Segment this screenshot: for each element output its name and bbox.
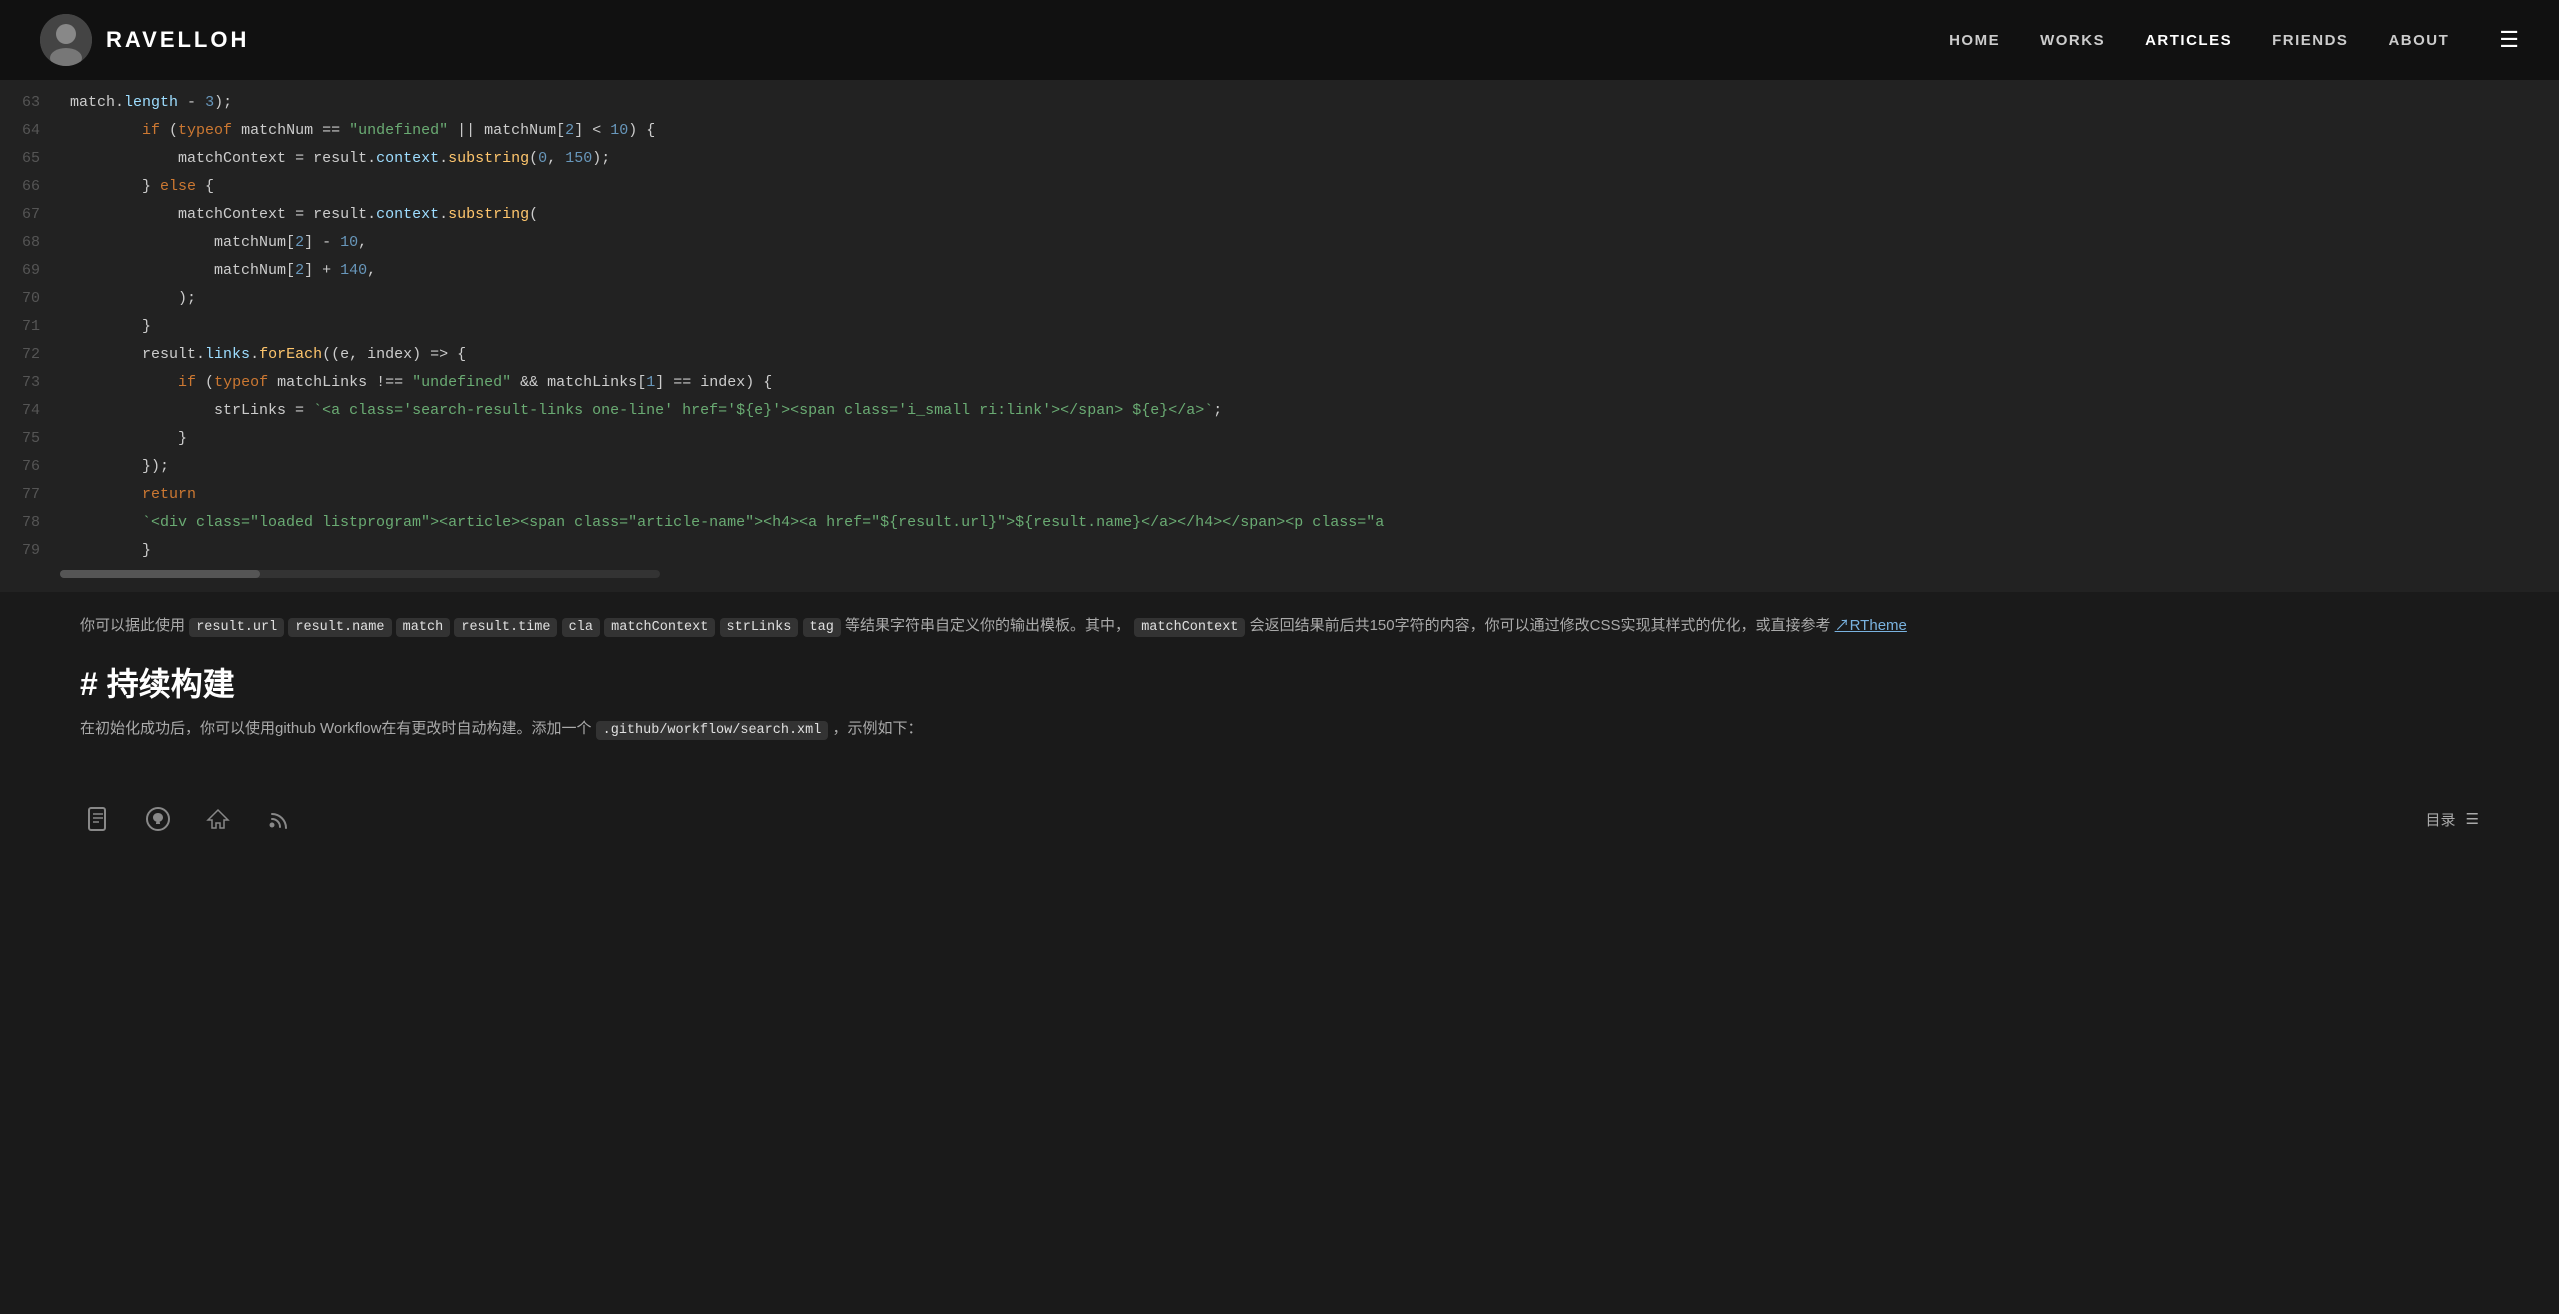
github-icon[interactable] [140, 801, 176, 837]
line-number: 74 [0, 398, 60, 424]
line-number: 70 [0, 286, 60, 312]
inline-code-match-context: matchContext [604, 618, 715, 637]
inline-code-result-url: result.url [189, 618, 284, 637]
line-number: 68 [0, 230, 60, 256]
line-content: matchContext = result.context.substring(… [60, 146, 610, 172]
line-content: } [60, 426, 187, 452]
line-content: ); [60, 286, 196, 312]
scrollbar-thumb[interactable] [60, 570, 260, 578]
toc-label: 目录 [2426, 809, 2456, 830]
inline-code-match-context-last: matchContext [1134, 618, 1245, 637]
inline-code-result-time: result.time [454, 618, 557, 637]
code-line-69: 69 matchNum[2] + 140, [0, 258, 2559, 286]
line-number: 73 [0, 370, 60, 396]
line-number: 77 [0, 482, 60, 508]
inline-code-cla: cla [562, 618, 600, 637]
section-desc-after: ，示例如下： [833, 720, 923, 737]
line-number: 76 [0, 454, 60, 480]
code-line-63: 63 match.length - 3); [0, 90, 2559, 118]
section-desc: 在初始化成功后，你可以使用github Workflow在有更改时自动构建。添加… [80, 715, 2479, 744]
line-content: matchContext = result.context.substring( [60, 202, 538, 228]
code-line-74: 74 strLinks = `<a class='search-result-l… [0, 398, 2559, 426]
code-block[interactable]: 63 match.length - 3); 64 if (typeof matc… [0, 80, 2559, 592]
line-number: 75 [0, 426, 60, 452]
line-content: if (typeof matchLinks !== "undefined" &&… [60, 370, 772, 396]
rtheme-link[interactable]: ↗RTheme [1835, 617, 1907, 634]
line-number: 72 [0, 342, 60, 368]
line-content: strLinks = `<a class='search-result-link… [60, 398, 1222, 424]
info-text-middle: 等结果字符串自定义你的输出模板。其中， [845, 617, 1130, 634]
line-content: return [60, 482, 196, 508]
menu-icon[interactable]: ☰ [2499, 27, 2519, 53]
section-heading: # 持续构建 [80, 659, 2479, 705]
nav-friends[interactable]: FRIENDS [2272, 32, 2348, 49]
logo-text: RAVELLOH [106, 27, 249, 53]
page-content: 63 match.length - 3); 64 if (typeof matc… [0, 0, 2559, 847]
toc-button[interactable]: 目录 ☰ [2426, 809, 2479, 830]
inline-code-workflow-file: .github/workflow/search.xml [596, 721, 829, 740]
code-line-79: 79 } [0, 538, 2559, 566]
info-text-before: 你可以据此使用 [80, 617, 185, 634]
toc-icon: ☰ [2466, 810, 2479, 828]
nav-home[interactable]: HOME [1949, 32, 2000, 49]
line-content: if (typeof matchNum == "undefined" || ma… [60, 118, 655, 144]
scrollbar-track[interactable] [60, 570, 660, 578]
code-line-72: 72 result.links.forEach((e, index) => { [0, 342, 2559, 370]
code-line-70: 70 ); [0, 286, 2559, 314]
code-line-73: 73 if (typeof matchLinks !== "undefined"… [0, 370, 2559, 398]
logo[interactable]: RAVELLOH [40, 14, 249, 66]
code-line-65: 65 matchContext = result.context.substri… [0, 146, 2559, 174]
article-section: 你可以据此使用 result.url result.name match res… [0, 592, 2559, 783]
line-number: 65 [0, 146, 60, 172]
inline-code-str-links: strLinks [720, 618, 799, 637]
line-number: 67 [0, 202, 60, 228]
heading-hash: # [80, 666, 98, 702]
code-line-67: 67 matchContext = result.context.substri… [0, 202, 2559, 230]
line-content: match.length - 3); [60, 90, 232, 116]
header: RAVELLOH HOME WORKS ARTICLES FRIENDS ABO… [0, 0, 2559, 80]
code-line-77: 77 return [0, 482, 2559, 510]
code-line-66: 66 } else { [0, 174, 2559, 202]
avatar [40, 14, 92, 66]
info-paragraph: 你可以据此使用 result.url result.name match res… [80, 612, 2479, 641]
info-text-after: 会返回结果前后共150字符的内容，你可以通过修改CSS实现其样式的优化，或直接参… [1250, 617, 1831, 634]
main-nav: HOME WORKS ARTICLES FRIENDS ABOUT ☰ [1949, 27, 2519, 53]
code-line-78: 78 `<div class="loaded listprogram"><art… [0, 510, 2559, 538]
code-line-75: 75 } [0, 426, 2559, 454]
line-number: 69 [0, 258, 60, 284]
line-content: result.links.forEach((e, index) => { [60, 342, 466, 368]
line-number: 79 [0, 538, 60, 564]
inline-code-match: match [396, 618, 451, 637]
nav-articles[interactable]: ARTICLES [2145, 32, 2232, 49]
line-content: matchNum[2] + 140, [60, 258, 376, 284]
horizontal-scrollbar[interactable] [0, 566, 2559, 582]
line-number: 78 [0, 510, 60, 536]
line-content: } [60, 314, 151, 340]
code-line-68: 68 matchNum[2] - 10, [0, 230, 2559, 258]
nav-works[interactable]: WORKS [2040, 32, 2105, 49]
section-desc-before: 在初始化成功后，你可以使用github Workflow在有更改时自动构建。添加… [80, 720, 591, 737]
inline-code-result-name: result.name [288, 618, 391, 637]
home-icon[interactable] [200, 801, 236, 837]
code-line-71: 71 } [0, 314, 2559, 342]
rss-icon[interactable] [260, 801, 296, 837]
line-content: } else { [60, 174, 214, 200]
code-line-76: 76 }); [0, 454, 2559, 482]
line-number: 66 [0, 174, 60, 200]
document-icon[interactable] [80, 801, 116, 837]
footer-icons [80, 801, 296, 837]
line-number: 63 [0, 90, 60, 116]
inline-code-tag: tag [803, 618, 841, 637]
code-line-64: 64 if (typeof matchNum == "undefined" ||… [0, 118, 2559, 146]
nav-about[interactable]: ABOUT [2388, 32, 2449, 49]
line-number: 64 [0, 118, 60, 144]
line-content: }); [60, 454, 169, 480]
heading-text: 持续构建 [107, 666, 235, 702]
line-content: } [60, 538, 151, 564]
line-content: matchNum[2] - 10, [60, 230, 367, 256]
line-content: `<div class="loaded listprogram"><articl… [60, 510, 1384, 536]
footer-bar: 目录 ☰ [0, 783, 2559, 847]
line-number: 71 [0, 314, 60, 340]
